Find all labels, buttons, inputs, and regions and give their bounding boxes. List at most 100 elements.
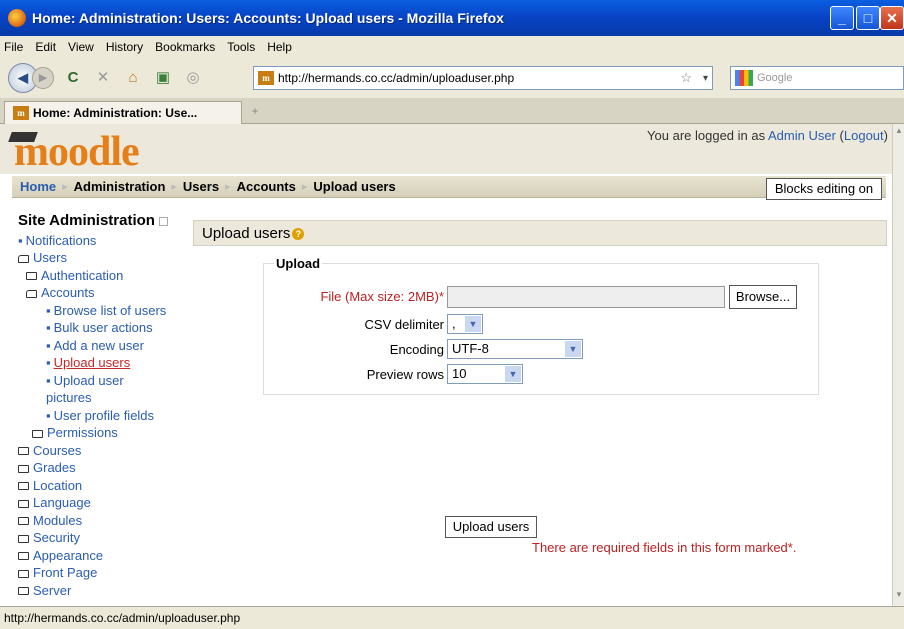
folder-icon	[18, 499, 29, 508]
reload-icon[interactable]: C	[62, 67, 84, 89]
sidebar-item-bulk-actions[interactable]: ▪ Bulk user actions	[18, 319, 188, 337]
block-title: Site Administration	[18, 212, 188, 230]
url-dropdown-icon[interactable]: ▾	[703, 73, 708, 84]
sidebar-item-location[interactable]: Location	[18, 477, 188, 495]
site-favicon: m	[258, 71, 274, 85]
sidebar-item-language[interactable]: Language	[18, 494, 188, 512]
sidebar-item-profile-fields[interactable]: ▪ User profile fields	[18, 407, 188, 425]
fieldset-legend: Upload	[274, 256, 323, 271]
sidebar-item-add-user[interactable]: ▪ Add a new user	[18, 337, 188, 355]
sidebar-item-upload-pictures[interactable]: ▪ Upload user	[18, 372, 188, 390]
breadcrumb: Home ▸ Administration ▸ Users ▸ Accounts…	[12, 176, 886, 198]
blocks-editing-button[interactable]: Blocks editing on	[766, 178, 882, 200]
help-icon[interactable]: ?	[292, 228, 305, 241]
home-icon[interactable]: ⌂	[122, 67, 144, 89]
sidebar-item-permissions[interactable]: Permissions	[18, 424, 188, 442]
scroll-down-icon[interactable]: ▼	[894, 590, 904, 604]
preview-label: Preview rows	[366, 367, 444, 382]
folder-icon	[18, 569, 29, 578]
google-icon[interactable]	[735, 70, 753, 86]
required-fields-note: There are required fields in this form m…	[532, 540, 797, 555]
sidebar-item-browse-users[interactable]: ▪ Browse list of users	[18, 302, 188, 320]
collapse-icon[interactable]	[158, 216, 168, 226]
folder-icon	[18, 534, 29, 543]
menu-tools[interactable]: Tools	[227, 40, 255, 54]
menu-bookmarks[interactable]: Bookmarks	[155, 40, 215, 54]
addon-icon[interactable]: ▣	[152, 67, 174, 89]
folder-icon	[32, 429, 43, 438]
encoding-select[interactable]: UTF-8 ▼	[447, 339, 583, 359]
sidebar-item-upload-users[interactable]: ▪ Upload users	[18, 354, 188, 372]
sidebar-item-grades[interactable]: Grades	[18, 459, 188, 477]
bookmark-star-icon[interactable]: ☆	[680, 70, 692, 86]
user-link[interactable]: Admin User	[768, 128, 836, 143]
file-input[interactable]	[447, 286, 725, 308]
scroll-up-icon[interactable]: ▲	[894, 126, 904, 140]
preview-row: Preview rows 10 ▼	[264, 364, 820, 386]
search-placeholder: Google	[757, 72, 793, 84]
page-title: Upload users?	[193, 220, 887, 246]
close-button[interactable]: ✕	[880, 6, 904, 30]
new-tab-icon[interactable]: +	[246, 104, 264, 120]
encoding-row: Encoding UTF-8 ▼	[264, 339, 820, 361]
menu-view[interactable]: View	[68, 40, 94, 54]
preview-rows-select[interactable]: 10 ▼	[447, 364, 523, 384]
encoding-label: Encoding	[389, 342, 444, 357]
stop-icon[interactable]: ✕	[92, 67, 114, 89]
breadcrumb-administration[interactable]: Administration	[74, 179, 166, 194]
folder-icon	[18, 464, 29, 473]
sidebar-item-upload-pictures-cont[interactable]: pictures	[18, 389, 188, 407]
sidebar-item-users[interactable]: Users	[18, 249, 188, 267]
sidebar-item-front-page[interactable]: Front Page	[18, 564, 188, 582]
maximize-button[interactable]: □	[856, 6, 880, 30]
upload-users-button[interactable]: Upload users	[445, 516, 537, 538]
file-row: File (Max size: 2MB)* Browse...	[264, 285, 820, 309]
forward-icon[interactable]: ▶	[32, 67, 54, 89]
sidebar-item-accounts[interactable]: Accounts	[18, 284, 188, 302]
url-bar[interactable]: m http://hermands.co.cc/admin/uploaduser…	[253, 66, 713, 90]
window-titlebar: Home: Administration: Users: Accounts: U…	[0, 0, 904, 36]
sidebar-item-security[interactable]: Security	[18, 529, 188, 547]
menu-history[interactable]: History	[106, 40, 143, 54]
url-text: http://hermands.co.cc/admin/uploaduser.p…	[278, 71, 515, 85]
search-bar[interactable]: Google	[730, 66, 904, 90]
menu-help[interactable]: Help	[267, 40, 292, 54]
sidebar-item-server[interactable]: Server	[18, 582, 188, 600]
clock-icon[interactable]: ◎	[182, 67, 204, 89]
main-content: Upload users? Upload File (Max size: 2MB…	[193, 220, 887, 555]
vertical-scrollbar[interactable]: ▲ ▼	[892, 124, 904, 606]
folder-open-icon	[18, 254, 29, 263]
menu-file[interactable]: File	[4, 40, 23, 54]
sidebar-item-authentication[interactable]: Authentication	[18, 267, 188, 285]
firefox-icon	[8, 9, 26, 27]
folder-icon	[26, 272, 37, 281]
folder-icon	[18, 552, 29, 561]
folder-icon	[18, 517, 29, 526]
csv-row: CSV delimiter , ▼	[264, 314, 820, 336]
chevron-down-icon: ▼	[565, 341, 581, 357]
sidebar-item-courses[interactable]: Courses	[18, 442, 188, 460]
breadcrumb-upload-users: Upload users	[313, 179, 396, 194]
moodle-logo[interactable]: moodle	[8, 128, 140, 176]
page-content: moodle You are logged in as Admin User (…	[0, 124, 892, 606]
tab-favicon: m	[13, 106, 29, 120]
breadcrumb-accounts[interactable]: Accounts	[237, 179, 296, 194]
minimize-button[interactable]: _	[830, 6, 854, 30]
chevron-down-icon: ▼	[505, 366, 521, 382]
page-header: moodle You are logged in as Admin User (…	[0, 124, 892, 176]
sidebar-item-modules[interactable]: Modules	[18, 512, 188, 530]
browse-button[interactable]: Browse...	[729, 285, 797, 309]
chevron-down-icon: ▼	[465, 316, 481, 332]
menu-edit[interactable]: Edit	[35, 40, 56, 54]
breadcrumb-home[interactable]: Home	[20, 179, 56, 194]
nav-toolbar: ◀ ▶ C ✕ ⌂ ▣ ◎ m http://hermands.co.cc/ad…	[0, 58, 904, 98]
sidebar-item-appearance[interactable]: Appearance	[18, 547, 188, 565]
tab-bar: m Home: Administration: Use... +	[0, 98, 904, 124]
breadcrumb-users[interactable]: Users	[183, 179, 219, 194]
csv-delimiter-select[interactable]: , ▼	[447, 314, 483, 334]
sidebar-item-notifications[interactable]: ▪ Notifications	[18, 232, 188, 250]
tab-active[interactable]: m Home: Administration: Use...	[4, 101, 242, 124]
status-bar: http://hermands.co.cc/admin/uploaduser.p…	[0, 606, 904, 629]
csv-label: CSV delimiter	[364, 317, 444, 332]
logout-link[interactable]: Logout	[844, 128, 884, 143]
